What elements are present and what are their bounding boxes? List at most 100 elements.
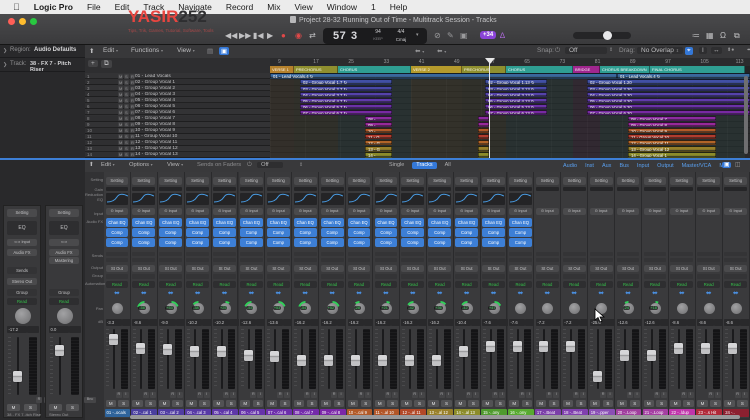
automation-mode-button[interactable]: Read	[428, 281, 452, 288]
automation-mode-button[interactable]: Read	[455, 281, 479, 288]
solo-button[interactable]: S	[468, 400, 479, 407]
stereo-format-icon[interactable]: ⬌	[724, 290, 747, 298]
plugin-slot-comp[interactable]: Comp	[213, 238, 236, 247]
stereo-format-icon[interactable]: ⬌	[644, 290, 667, 298]
send-slot[interactable]	[213, 252, 236, 256]
group-slot[interactable]	[509, 274, 532, 279]
group-slot[interactable]	[213, 274, 236, 279]
fader-handle[interactable]	[216, 345, 226, 357]
metronome-icon[interactable]: ▣	[460, 30, 468, 42]
input-monitor-button[interactable]: I	[633, 392, 640, 398]
send-slot[interactable]	[320, 252, 344, 256]
mixer-view-menu[interactable]: View ▾	[167, 162, 183, 168]
channel-input-button[interactable]: ⊙ Input	[428, 208, 452, 215]
volume-slider-thumb[interactable]	[603, 31, 612, 40]
eq-thumbnail[interactable]	[293, 193, 317, 205]
record-enable-button[interactable]: R	[653, 392, 660, 398]
audio-region[interactable]	[478, 140, 489, 146]
channel-output-button[interactable]: St Out	[509, 265, 532, 272]
audio-region[interactable]: 06 - Group Vocal 5.13 ↻	[485, 103, 547, 110]
send-slot[interactable]	[670, 252, 694, 256]
audio-region[interactable]: 03 - Group Vocal 2.7 ↻	[300, 85, 392, 91]
group-slot[interactable]	[347, 274, 371, 279]
connections-icon[interactable]: ⧉	[734, 30, 740, 42]
plugin-slot-comp[interactable]: Comp	[186, 238, 210, 247]
channel-input-button[interactable]: ⊙ Input	[240, 208, 263, 215]
hide-tracks-icon[interactable]: ⬆	[89, 47, 94, 55]
fader-handle[interactable]	[512, 341, 522, 353]
audio-region[interactable]: 11 - Group Vocal 10	[628, 134, 716, 140]
channel-setting-button[interactable]: Setting	[643, 177, 667, 185]
stereo-format-icon[interactable]: ⬌	[697, 290, 720, 298]
mute-button[interactable]: M	[455, 400, 466, 407]
channel-setting-button[interactable]: Setting	[186, 177, 210, 185]
secondary-tool-menu[interactable]: ⬅︎ ▾	[437, 47, 446, 55]
plugin-slot-chan-eq[interactable]: Chan EQ	[159, 218, 183, 227]
mute-button[interactable]: M	[293, 400, 305, 407]
group-slot[interactable]	[401, 274, 425, 279]
channel-setting-button[interactable]: Setting	[293, 177, 317, 185]
fader-handle[interactable]	[243, 349, 253, 361]
go-to-beginning-icon[interactable]: ▮◀	[253, 30, 264, 42]
plugin-slot-comp[interactable]: Comp	[159, 238, 183, 247]
arrangement-marker[interactable]: CHORUS BREAKDOWN	[600, 66, 650, 73]
fader-handle[interactable]	[485, 341, 495, 353]
audio-region[interactable]: 09 - Group Vocal 8	[628, 121, 716, 128]
arrangement-marker[interactable]: CHORUS	[338, 66, 411, 73]
io-icon[interactable]: ⊂⊃	[49, 239, 79, 246]
audio-region[interactable]: 14 -	[365, 152, 392, 158]
audio-region[interactable]: 12 - Group Vocal 11	[628, 140, 716, 146]
lcd-display[interactable]: 57 3 94 KEEP 4/4 Cmaj ▾	[323, 28, 427, 44]
solo-button[interactable]: S	[414, 400, 425, 407]
plugin-slot-chan-eq[interactable]: Chan EQ	[240, 218, 263, 227]
send-slot[interactable]	[697, 258, 721, 262]
fader-handle[interactable]	[324, 355, 334, 367]
channel-output-button[interactable]: St Out	[105, 265, 129, 272]
audio-region[interactable]	[478, 134, 489, 140]
record-enable-button[interactable]: R	[626, 392, 633, 398]
audio-region[interactable]: 07 - Group Vocal 6.20	[587, 109, 750, 116]
automation-mode-button[interactable]: Read	[320, 281, 344, 288]
channel-input-button[interactable]: ⊙ Input	[374, 208, 398, 215]
record-enable-button[interactable]: R	[223, 392, 230, 398]
pointer-tool-menu[interactable]: ⬅︎ ▾	[415, 47, 424, 55]
tracks-view-menu[interactable]: View ▾	[177, 47, 195, 54]
channel-input-button[interactable]: ⊙ Input	[670, 208, 694, 215]
record-enable-button[interactable]: R	[519, 392, 526, 398]
playhead-handle[interactable]	[485, 58, 495, 64]
eq-thumbnail[interactable]	[132, 193, 156, 205]
send-slot[interactable]	[724, 258, 748, 262]
stereo-format-icon[interactable]: ⬌	[159, 290, 182, 298]
audio-region[interactable]	[478, 152, 489, 158]
send-slot[interactable]	[428, 258, 452, 262]
group-slot[interactable]	[724, 274, 748, 279]
automation-mode-button[interactable]: Read	[374, 281, 398, 288]
input-monitor-button[interactable]: I	[687, 392, 694, 398]
plugin-slot-comp[interactable]: Comp	[320, 238, 344, 247]
stereo-format-icon[interactable]: ⬌	[348, 290, 371, 298]
pan-knob[interactable]	[703, 303, 715, 314]
group-slot[interactable]	[643, 274, 667, 279]
channel-output-button[interactable]: St Out	[213, 265, 236, 272]
audio-region[interactable]: 06 - Group Vocal 5.20	[587, 103, 750, 110]
stereo-format-icon[interactable]: ⬌	[590, 290, 613, 298]
catch-playhead-icon[interactable]: ⌖	[685, 47, 693, 55]
audio-region[interactable]: 13 - G	[365, 146, 392, 152]
eq-thumbnail[interactable]	[105, 193, 129, 205]
plugin-slot-comp[interactable]: Comp	[266, 228, 290, 237]
audio-region[interactable]: 02 - Group Vocal 1.7 ↻	[300, 79, 392, 85]
audio-region[interactable]: 10 -	[365, 128, 392, 134]
track-mute-button[interactable]: M	[118, 73, 124, 79]
automation-mode-button[interactable]: Read	[535, 281, 559, 288]
record-enable-button[interactable]: R	[115, 392, 122, 398]
link-icon[interactable]: ↔	[711, 47, 722, 54]
channel-setting-button[interactable]: Setting	[266, 177, 290, 185]
automation-mode-button[interactable]: Read	[105, 281, 129, 288]
solo-button[interactable]: S	[548, 400, 560, 407]
apple-menu[interactable]: 	[6, 0, 27, 14]
peak-value[interactable]	[69, 326, 81, 333]
forward-icon[interactable]: ▶▶	[239, 30, 251, 42]
input-monitor-button[interactable]: I	[230, 392, 237, 398]
track-solo-button[interactable]: S	[124, 97, 129, 103]
tuner-icon[interactable]: ⊘	[434, 30, 441, 42]
